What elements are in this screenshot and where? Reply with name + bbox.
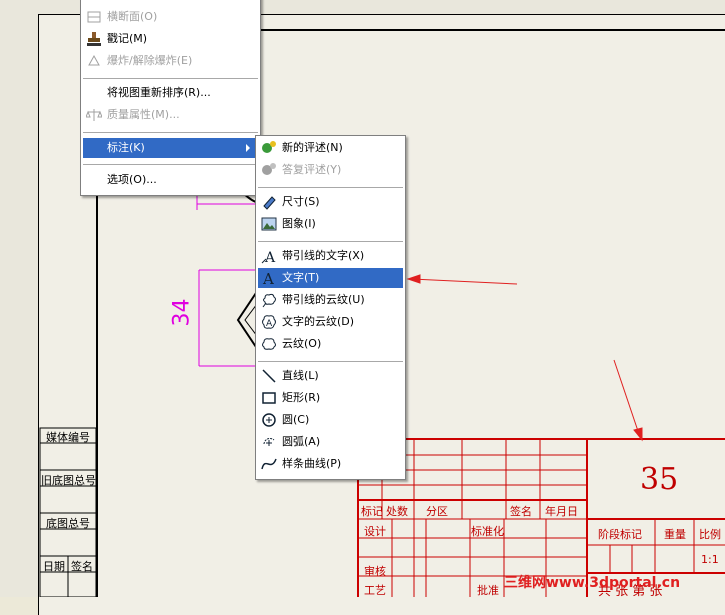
menu-separator [83,164,258,166]
reply-comment-icon [261,162,277,178]
submenu-item-text[interactable]: A 文字(T) [258,268,403,288]
tb-stage-mark: 阶段标记 [598,528,642,541]
menu-item-label: 矩形(R) [282,391,321,404]
mass-icon [85,107,103,123]
tb-count: 处数 [386,505,408,518]
menu-item-label: 带引线的云纹(U) [282,293,365,306]
explode-icon [86,53,102,69]
submenu-item-circle[interactable]: 圆(C) [258,410,403,430]
circle-icon [261,412,277,428]
tb-zone: 分区 [426,505,448,518]
menu-item-explode[interactable]: 爆炸/解除爆炸(E) [83,51,258,71]
menu-item-label: 爆炸/解除爆炸(E) [107,54,193,67]
menu-item-label: 圆(C) [282,413,310,426]
dimension-value: 34 [169,298,195,327]
submenu-item-rectangle[interactable]: 矩形(R) [258,388,403,408]
menu-item-mass[interactable]: 质量属性(M)... [83,105,258,125]
left-col-old-base: 旧底图总号 [41,474,96,487]
menu-item-label: 图象(I) [282,217,316,230]
submenu-item-line[interactable]: 直线(L) [258,366,403,386]
tb-scale-value: 1:1 [701,553,719,566]
submenu-item-reply-comment[interactable]: 答复评述(Y) [258,160,403,180]
tb-mark: 标记 [361,505,383,518]
cloud-icon [261,336,277,352]
rectangle-icon [261,390,277,406]
menu-item-label: 答复评述(Y) [282,163,342,176]
menu-item-annotation[interactable]: 标注(K) [83,138,258,158]
menu-item-label: 标注(K) [107,141,145,154]
menu-item-label: 质量属性(M)... [107,108,180,121]
annotation-submenu: 新的评述(N) 答复评述(Y) 尺寸(S) 图象(I) A 带引线的文字(X) … [255,135,406,480]
menu-item-label: 样条曲线(P) [282,457,342,470]
image-icon [261,216,277,232]
title-number: 35 [640,462,679,497]
svg-text:A: A [262,270,274,286]
tb-design: 设计 [364,525,386,538]
submenu-arrow-icon [246,144,250,152]
tb-craft: 工艺 [364,584,386,597]
menu-item-options[interactable]: 选项(O)... [83,170,258,190]
menu-item-label: 将视图重新排序(R)... [107,86,211,99]
text-cloud-icon: A [261,314,277,330]
submenu-item-leader-cloud[interactable]: 带引线的云纹(U) [258,290,403,310]
tb-sign: 签名 [510,505,532,518]
menu-item-label: 直线(L) [282,369,319,382]
submenu-item-leader-text[interactable]: A 带引线的文字(X) [258,246,403,266]
menu-item-label: 带引线的文字(X) [282,249,365,262]
submenu-item-text-cloud[interactable]: A 文字的云纹(D) [258,312,403,332]
submenu-item-spline[interactable]: 样条曲线(P) [258,454,403,474]
stamp-icon [86,31,102,47]
left-col-sign: 签名 [71,560,93,573]
submenu-item-new-comment[interactable]: 新的评述(N) [258,138,403,158]
menu-separator [258,361,403,363]
menu-item-reorder[interactable]: 将视图重新排序(R)... [83,83,258,103]
menu-separator [258,187,403,189]
menu-item-section[interactable]: 横断面(O) [83,7,258,27]
drawing-canvas[interactable]: 34 35 媒体编号 旧底图总号 底图总号 日期 签名 标记 处数 分区 签名 … [0,0,725,615]
menu-item-label: 选项(O)... [107,173,157,186]
submenu-item-arc[interactable]: 圆弧(A) [258,432,403,452]
spline-icon [261,456,277,472]
dimension-icon [261,194,277,210]
left-col-media: 媒体编号 [46,431,90,444]
menu-item-label: 文字(T) [282,271,320,284]
menu-separator [83,132,258,134]
svg-text:A: A [264,250,276,264]
text-icon: A [261,270,277,288]
menu-item-label: 戳记(M) [107,32,148,45]
menu-item-label: 尺寸(S) [282,195,320,208]
tb-approve: 批准 [477,584,499,597]
leader-cloud-icon [261,292,277,308]
svg-text:A: A [266,319,273,329]
tb-standardize: 标准化 [471,525,504,538]
tb-review: 审核 [364,565,386,578]
menu-item-label: 云纹(O) [282,337,322,350]
line-icon [261,368,277,384]
menu-item-label: 横断面(O) [107,10,158,23]
menu-item-label: 新的评述(N) [282,141,343,154]
submenu-item-image[interactable]: 图象(I) [258,214,403,234]
menu-separator [83,78,258,80]
submenu-item-cloud[interactable]: 云纹(O) [258,334,403,354]
context-menu: 横断面(O) 戳记(M) 爆炸/解除爆炸(E) 将视图重新排序(R)... 质量… [80,0,261,196]
leader-text-icon: A [261,248,277,266]
tb-scale: 比例 [699,528,721,541]
section-icon [86,9,102,25]
left-col-date: 日期 [43,560,65,573]
tb-date: 年月日 [545,505,578,518]
watermark: 三维网www.3dportal.cn [504,575,681,591]
tb-weight: 重量 [664,528,686,541]
menu-item-stamp[interactable]: 戳记(M) [83,29,258,49]
menu-item-label: 文字的云纹(D) [282,315,355,328]
new-comment-icon [261,140,277,156]
arc-icon [261,434,277,450]
left-col-base: 底图总号 [46,517,90,530]
menu-separator [258,241,403,243]
menu-item-label: 圆弧(A) [282,435,321,448]
submenu-item-dimension[interactable]: 尺寸(S) [258,192,403,212]
